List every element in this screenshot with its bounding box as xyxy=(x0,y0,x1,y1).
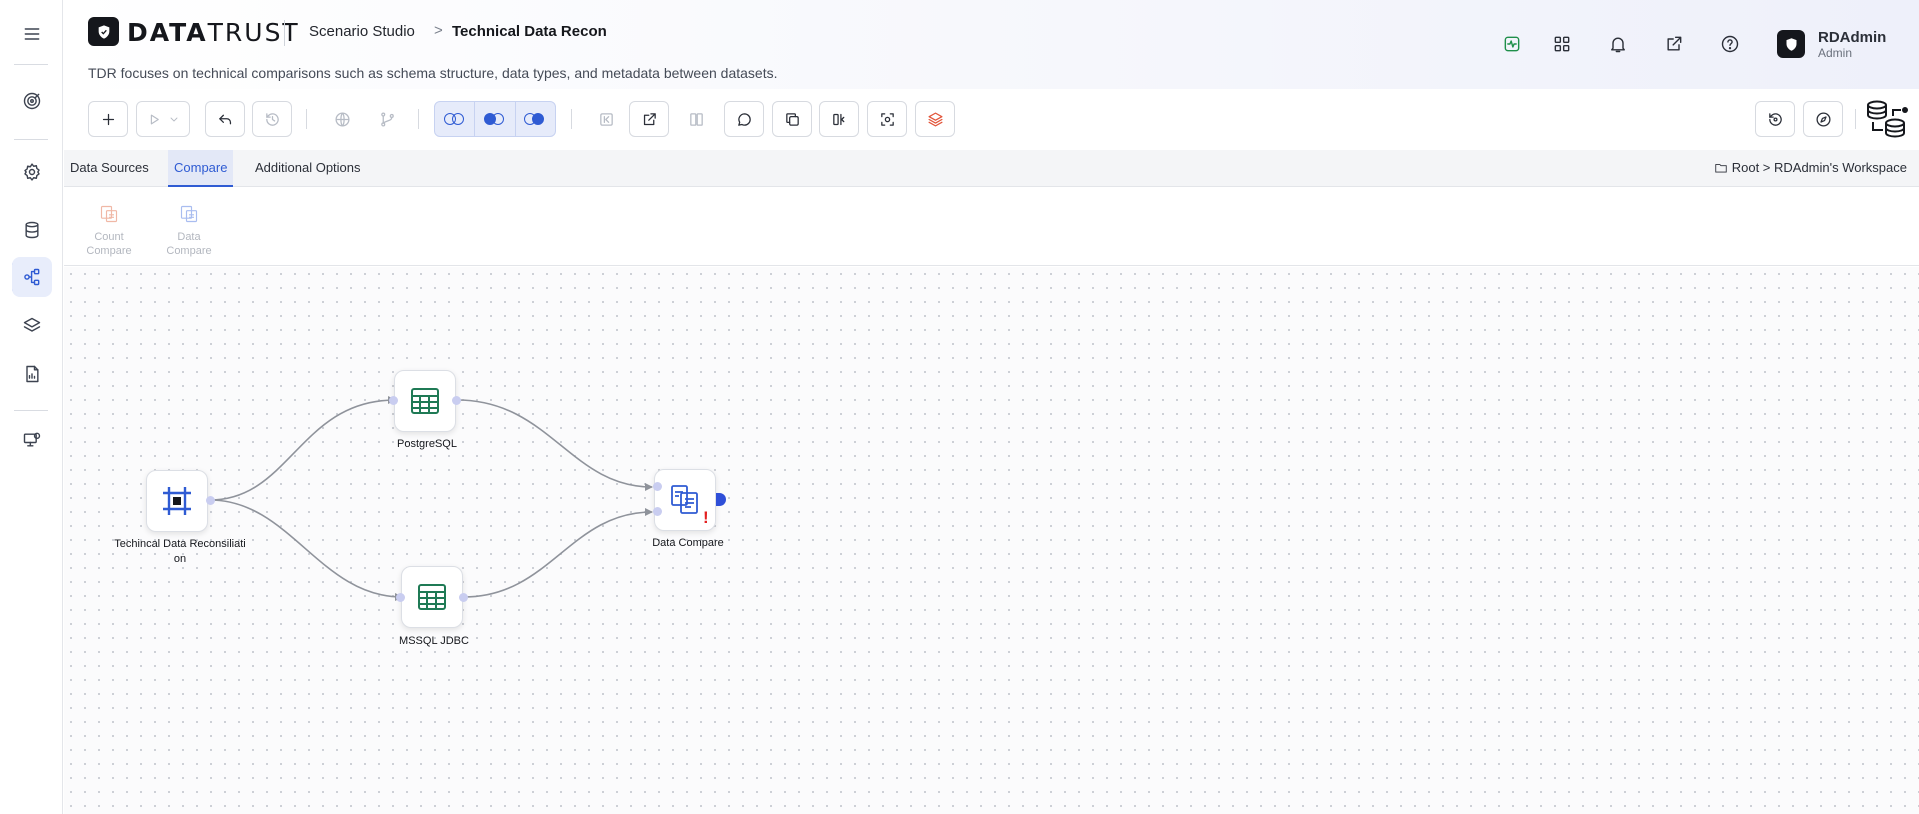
user-name[interactable]: RDAdmin xyxy=(1818,29,1886,46)
data-compare-icon xyxy=(180,205,198,223)
tab-bar: Data Sources Compare Additional Options … xyxy=(64,150,1919,187)
node-label-line: on xyxy=(173,553,187,565)
palette-count-compare[interactable]: Count Compare xyxy=(74,204,144,258)
folder-icon xyxy=(1715,163,1727,173)
tab-additional-options[interactable]: Additional Options xyxy=(249,150,367,187)
app-header: DATATRUST Scenario Studio > Technical Da… xyxy=(64,0,1919,89)
logo-text-strong: DATA xyxy=(127,18,208,47)
join-outer-button[interactable] xyxy=(514,102,555,136)
workspace-breadcrumb[interactable]: Root > RDAdmin's Workspace xyxy=(1714,160,1907,175)
node-label: MSSQL JDBC xyxy=(399,635,469,647)
branch-button[interactable] xyxy=(367,101,407,137)
toolbar xyxy=(64,89,1919,150)
node-data-compare[interactable]: ! xyxy=(654,469,716,531)
help-icon[interactable] xyxy=(1716,30,1744,58)
node-input-port[interactable] xyxy=(653,507,662,516)
node-output-port[interactable] xyxy=(459,593,468,602)
report-icon[interactable] xyxy=(12,354,52,394)
palette-label: Data xyxy=(177,231,201,243)
history-button[interactable] xyxy=(252,101,292,137)
globe-button[interactable] xyxy=(322,101,362,137)
table-icon xyxy=(411,388,439,414)
venn-icon xyxy=(483,113,506,125)
palette-label: Compare xyxy=(166,245,212,257)
gear-icon[interactable] xyxy=(12,152,52,192)
first-page-button[interactable] xyxy=(586,101,626,137)
node-input-port[interactable] xyxy=(389,396,398,405)
node-label: PostgreSQL xyxy=(397,438,457,450)
export-button[interactable] xyxy=(629,101,669,137)
venn-icon xyxy=(524,113,546,125)
logo-text-light: TRUST xyxy=(207,18,300,47)
target-icon[interactable] xyxy=(12,81,52,121)
node-output-port[interactable] xyxy=(206,496,215,505)
add-button[interactable] xyxy=(88,101,128,137)
join-type-group xyxy=(434,101,556,137)
logo-shield-icon xyxy=(88,17,119,46)
activity-icon[interactable] xyxy=(1498,30,1526,58)
node-input-port[interactable] xyxy=(396,593,405,602)
join-inner-button[interactable] xyxy=(474,102,514,136)
comment-button[interactable] xyxy=(724,101,764,137)
tab-compare[interactable]: Compare xyxy=(168,150,234,187)
database-icon[interactable] xyxy=(12,210,52,250)
palette-data-compare[interactable]: Data Compare xyxy=(154,204,224,258)
logo-text: DATATRUST xyxy=(127,18,300,47)
undo-button[interactable] xyxy=(205,101,245,137)
toolbar-divider xyxy=(306,109,307,129)
count-compare-icon xyxy=(100,205,118,223)
rail-divider xyxy=(14,410,48,411)
layers-icon[interactable] xyxy=(12,306,52,346)
join-left-button[interactable] xyxy=(435,102,474,136)
database-sync-icon[interactable] xyxy=(1865,99,1909,141)
bell-icon[interactable] xyxy=(1604,30,1632,58)
focus-button[interactable] xyxy=(867,101,907,137)
data-compare-icon xyxy=(671,485,698,514)
compass-button[interactable] xyxy=(1803,101,1843,137)
workspace-path: Root > RDAdmin's Workspace xyxy=(1731,160,1907,175)
page-description: TDR focuses on technical comparisons suc… xyxy=(88,65,778,81)
node-postgresql[interactable] xyxy=(394,370,456,432)
apps-grid-icon[interactable] xyxy=(1548,30,1576,58)
monitor-settings-icon[interactable] xyxy=(12,420,52,460)
rail-divider xyxy=(14,139,48,140)
warning-icon: ! xyxy=(703,508,709,527)
user-role: Admin xyxy=(1818,46,1853,60)
table-icon xyxy=(418,584,446,610)
toolbar-divider xyxy=(1855,109,1856,129)
run-button[interactable] xyxy=(136,101,190,137)
compare-columns-button[interactable] xyxy=(819,101,859,137)
workflow-icon[interactable] xyxy=(12,257,52,297)
split-view-button[interactable] xyxy=(676,101,716,137)
toolbar-divider xyxy=(571,109,572,129)
tab-data-sources[interactable]: Data Sources xyxy=(64,150,155,187)
node-label: Techincal Data Reconsiliati on xyxy=(105,537,255,567)
node-label: Data Compare xyxy=(652,537,724,549)
venn-icon xyxy=(443,113,466,125)
restore-button[interactable] xyxy=(1755,101,1795,137)
header-divider xyxy=(284,20,285,46)
node-input-port[interactable] xyxy=(653,482,662,491)
node-output-port[interactable] xyxy=(452,396,461,405)
node-mssql-jdbc[interactable] xyxy=(401,566,463,628)
rail-divider xyxy=(14,64,48,65)
breadcrumb-scenario-studio[interactable]: Scenario Studio xyxy=(309,23,415,40)
node-label-line: Techincal Data Reconsiliati xyxy=(114,538,246,550)
avatar[interactable] xyxy=(1777,30,1805,58)
layers-stack-button[interactable] xyxy=(915,101,955,137)
node-technical-data-reconciliation[interactable] xyxy=(146,470,208,532)
left-rail xyxy=(0,0,63,814)
toolbar-divider xyxy=(418,109,419,129)
palette-label: Compare xyxy=(86,245,132,257)
menu-icon[interactable] xyxy=(12,14,52,54)
copy-button[interactable] xyxy=(772,101,812,137)
external-link-icon[interactable] xyxy=(1660,30,1688,58)
page-title: Technical Data Recon xyxy=(452,23,607,40)
frame-icon xyxy=(163,487,191,515)
node-palette: Count Compare Data Compare xyxy=(64,188,1919,266)
workflow-canvas[interactable] xyxy=(64,267,1919,814)
breadcrumb-separator: > xyxy=(434,22,443,39)
palette-label: Count xyxy=(94,231,124,243)
